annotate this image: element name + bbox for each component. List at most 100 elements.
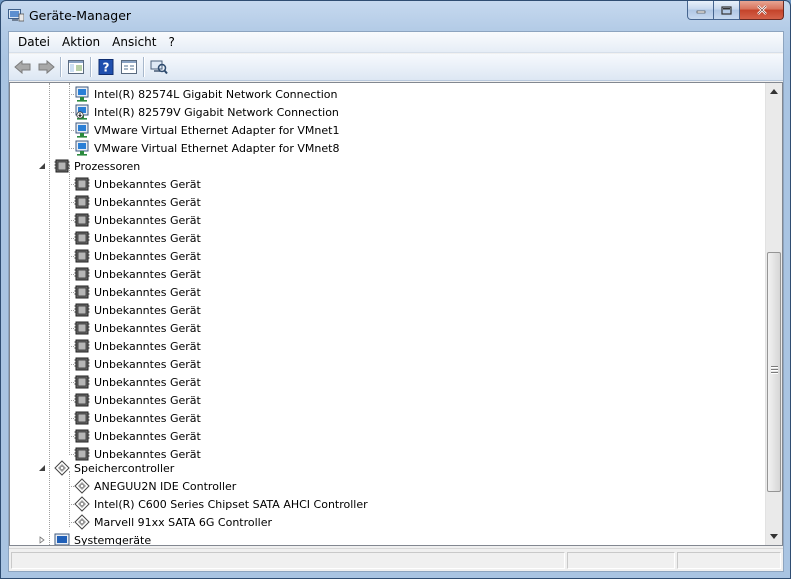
scroll-up-button[interactable] (766, 83, 782, 100)
tree-item-label: Unbekanntes Gerät (94, 375, 201, 389)
tree-item-processor[interactable]: Unbekanntes Gerät (69, 211, 201, 229)
scroll-down-button[interactable] (766, 528, 782, 545)
properties-button[interactable] (117, 56, 140, 78)
tree-item-network-adapter[interactable]: VMware Virtual Ethernet Adapter for VMne… (69, 139, 339, 157)
tree-guide-branch (69, 418, 74, 419)
tree-item-processor[interactable]: Unbekanntes Gerät (69, 193, 201, 211)
tree-item-processor[interactable]: Unbekanntes Gerät (69, 319, 201, 337)
tree-item-network-adapter[interactable]: Intel(R) 82579V Gigabit Network Connecti… (69, 103, 339, 121)
processor-icon (74, 249, 90, 263)
tree-item-label: Unbekanntes Gerät (94, 339, 201, 353)
tree-item-label: Unbekanntes Gerät (94, 231, 201, 245)
processor-icon (74, 393, 90, 407)
toolbar-separator (60, 57, 61, 77)
tree-item-storage-controller[interactable]: ANEGUU2N IDE Controller (69, 477, 236, 495)
tree-guide-branch (69, 382, 74, 383)
menu-aktion[interactable]: Aktion (56, 33, 106, 52)
forward-button[interactable] (34, 56, 57, 78)
tree-item-processor[interactable]: Unbekanntes Gerät (69, 265, 201, 283)
collapse-arrow-icon[interactable] (38, 464, 46, 472)
tree-item-label: Unbekanntes Gerät (94, 267, 201, 281)
device-manager-icon (8, 9, 24, 22)
tree-item-label: Unbekanntes Gerät (94, 195, 201, 209)
menu-bar: Datei Aktion Ansicht ? (9, 32, 783, 53)
properties-icon (120, 60, 137, 74)
show-hide-console-tree-button[interactable] (64, 56, 87, 78)
tree-category-label: Prozessoren (74, 159, 141, 173)
network-adapter-warning-icon (75, 104, 89, 120)
expand-arrow-icon[interactable] (38, 536, 46, 544)
minimize-button[interactable] (687, 1, 714, 20)
tree-item-processor[interactable]: Unbekanntes Gerät (69, 301, 201, 319)
network-adapter-icon (75, 140, 89, 156)
scrollbar-thumb[interactable] (767, 252, 781, 492)
tree-guide-branch (69, 112, 74, 113)
tree-item-label: Unbekanntes Gerät (94, 321, 201, 335)
tree-guide-branch (69, 238, 74, 239)
title-bar[interactable]: Geräte-Manager (1, 1, 790, 31)
processor-icon (74, 231, 90, 245)
tree-guide-branch (69, 400, 74, 401)
caption-buttons (687, 1, 784, 21)
window-title: Geräte-Manager (29, 8, 132, 23)
tree-item-processor[interactable]: Unbekanntes Gerät (69, 283, 201, 301)
tree-guide-branch (69, 454, 74, 455)
tree-item-processor[interactable]: Unbekanntes Gerät (69, 409, 201, 427)
menu-ansicht[interactable]: Ansicht (106, 33, 162, 52)
tree-guide-network (69, 83, 70, 147)
network-adapter-icon (75, 86, 89, 102)
device-tree: Intel(R) 82574L Gigabit Network Connecti… (10, 83, 767, 545)
back-button[interactable] (11, 56, 34, 78)
processor-icon (74, 375, 90, 389)
status-bar (9, 548, 783, 571)
tree-guide-branch (69, 94, 74, 95)
tree-item-network-adapter[interactable]: Intel(R) 82574L Gigabit Network Connecti… (69, 85, 338, 103)
tree-item-processor[interactable]: Unbekanntes Gerät (69, 355, 201, 373)
tree-item-label: Unbekanntes Gerät (94, 357, 201, 371)
tree-item-network-adapter[interactable]: VMware Virtual Ethernet Adapter for VMne… (69, 121, 339, 139)
close-button[interactable] (740, 1, 784, 20)
tree-item-label: Unbekanntes Gerät (94, 177, 201, 191)
storage-controller-icon (74, 478, 90, 494)
tree-category-prozessoren[interactable]: Prozessoren (54, 157, 140, 175)
processor-icon (74, 177, 90, 191)
tree-item-processor[interactable]: Unbekanntes Gerät (69, 373, 201, 391)
storage-controller-icon (74, 496, 90, 512)
tree-item-processor[interactable]: Unbekanntes Gerät (69, 427, 201, 445)
tree-item-label: Unbekanntes Gerät (94, 303, 201, 317)
vertical-scrollbar[interactable] (765, 83, 782, 545)
tree-item-storage-controller[interactable]: Intel(R) C600 Series Chipset SATA AHCI C… (69, 495, 368, 513)
tree-item-label: Unbekanntes Gerät (94, 249, 201, 263)
tree-item-label: Marvell 91xx SATA 6G Controller (94, 515, 273, 529)
tree-item-processor[interactable]: Unbekanntes Gerät (69, 229, 201, 247)
show-hide-console-tree-icon (67, 60, 84, 74)
tree-item-label: Unbekanntes Gerät (94, 393, 201, 407)
tree-item-storage-controller[interactable]: Marvell 91xx SATA 6G Controller (69, 513, 273, 531)
tree-category-speichercontroller[interactable]: Speichercontroller (54, 459, 174, 477)
help-button[interactable]: ? (94, 56, 117, 78)
storage-controller-icon (54, 460, 70, 476)
tree-item-label: Intel(R) 82574L Gigabit Network Connecti… (94, 87, 338, 101)
tree-item-label: Unbekanntes Gerät (94, 411, 201, 425)
tree-guide-branch (69, 274, 74, 275)
processor-icon (74, 267, 90, 281)
tree-item-processor[interactable]: Unbekanntes Gerät (69, 175, 201, 193)
menu-help[interactable]: ? (162, 33, 180, 52)
scrollbar-grip (771, 372, 778, 373)
tree-item-processor[interactable]: Unbekanntes Gerät (69, 337, 201, 355)
close-icon (756, 5, 767, 15)
svg-text:?: ? (102, 61, 109, 75)
device-tree-view[interactable]: Intel(R) 82574L Gigabit Network Connecti… (9, 82, 783, 546)
tree-item-processor[interactable]: Unbekanntes Gerät (69, 391, 201, 409)
tree-guide-branch (69, 184, 74, 185)
tree-category-systemgeraete[interactable]: Systemgeräte (54, 531, 152, 546)
tree-item-processor[interactable]: Unbekanntes Gerät (69, 247, 201, 265)
tree-item-label: Intel(R) C600 Series Chipset SATA AHCI C… (94, 497, 368, 511)
menu-datei[interactable]: Datei (12, 33, 56, 52)
collapse-arrow-icon[interactable] (38, 162, 46, 170)
tree-item-label: Unbekanntes Gerät (94, 429, 201, 443)
maximize-button[interactable] (714, 1, 740, 20)
tree-category-label: Systemgeräte (74, 533, 152, 546)
scan-hardware-button[interactable] (147, 56, 170, 78)
processor-icon (74, 303, 90, 317)
